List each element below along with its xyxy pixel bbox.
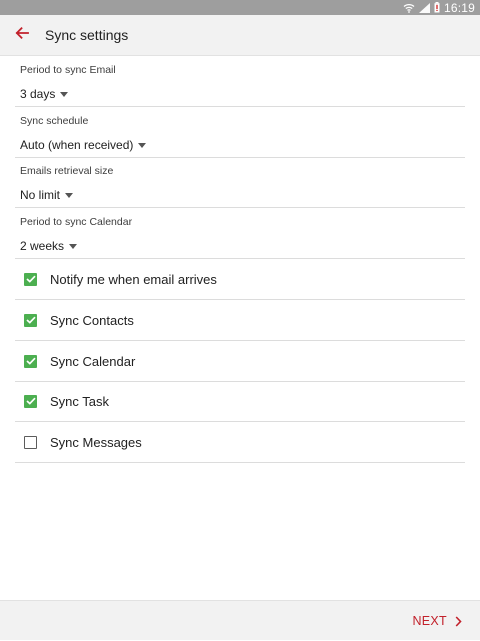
setting-label: Period to sync Email (20, 64, 116, 76)
option-label: Sync Messages (50, 434, 142, 450)
dropdown-value: Auto (when received) (20, 138, 134, 152)
checkbox[interactable] (24, 354, 37, 368)
option-sync-task[interactable]: Sync Task (15, 381, 465, 422)
battery-low-icon (434, 2, 440, 13)
dropdown-caret-icon (138, 143, 147, 148)
dropdown-caret-icon (69, 244, 78, 249)
back-button[interactable] (2, 15, 42, 56)
dropdown-caret-icon (60, 92, 69, 97)
setting-label: Emails retrieval size (20, 165, 114, 177)
option-notify-email[interactable]: Notify me when email arrives (15, 259, 465, 300)
checkbox[interactable] (24, 272, 37, 286)
arrow-left-icon (15, 26, 29, 44)
checkbox[interactable] (24, 313, 37, 327)
app-bar: Sync settings (0, 15, 480, 56)
checkmark-icon (25, 316, 36, 324)
setting-label: Period to sync Calendar (20, 216, 133, 228)
option-label: Sync Contacts (50, 312, 134, 328)
dropdown-value: No limit (20, 188, 61, 202)
email-period-dropdown[interactable]: 3 days (20, 87, 69, 101)
wifi-icon (403, 3, 415, 13)
dropdown-value: 3 days (20, 87, 56, 101)
chevron-right-icon (455, 615, 462, 627)
setting-email-period: Period to sync Email 3 days (15, 56, 465, 107)
setting-label: Sync schedule (20, 115, 89, 127)
calendar-period-dropdown[interactable]: 2 weeks (20, 239, 78, 253)
checkbox[interactable] (24, 435, 37, 449)
option-sync-calendar[interactable]: Sync Calendar (15, 341, 465, 382)
option-label: Notify me when email arrives (50, 271, 217, 287)
status-time: 16:19 (443, 0, 475, 15)
option-label: Sync Task (50, 393, 110, 409)
next-label: NEXT (412, 614, 447, 628)
signal-icon (418, 2, 430, 13)
dropdown-caret-icon (65, 193, 74, 198)
checkbox[interactable] (24, 394, 37, 408)
option-sync-messages[interactable]: Sync Messages (15, 422, 465, 463)
option-label: Sync Calendar (50, 353, 136, 369)
setting-sync-schedule: Sync schedule Auto (when received) (15, 107, 465, 158)
next-button[interactable]: NEXT (412, 601, 462, 641)
setting-calendar-period: Period to sync Calendar 2 weeks (15, 208, 465, 259)
checkmark-icon (25, 357, 36, 365)
dropdown-value: 2 weeks (20, 239, 65, 253)
status-bar: 16:19 (0, 0, 480, 15)
option-sync-contacts[interactable]: Sync Contacts (15, 300, 465, 341)
checkmark-icon (25, 275, 36, 283)
bottom-bar: NEXT (0, 600, 480, 640)
page-title: Sync settings (45, 27, 129, 43)
checkmark-icon (25, 397, 36, 405)
setting-retrieval-size: Emails retrieval size No limit (15, 157, 465, 208)
retrieval-size-dropdown[interactable]: No limit (20, 188, 74, 202)
sync-schedule-dropdown[interactable]: Auto (when received) (20, 138, 147, 152)
